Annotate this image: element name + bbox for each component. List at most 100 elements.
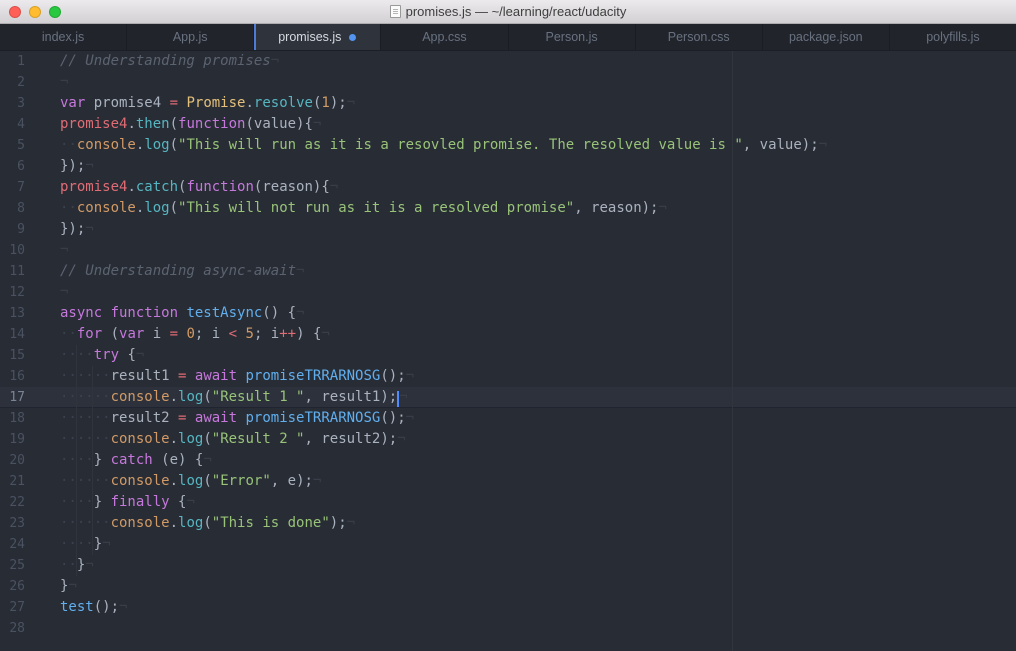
eol-marker: ¬ <box>406 410 414 426</box>
code-text: });¬ <box>60 219 94 240</box>
code-text: ··for (var i = 0; i < 5; i++) {¬ <box>60 324 330 345</box>
code-line[interactable]: 1// Understanding promises¬ <box>0 51 1016 72</box>
code-text: ¬ <box>60 282 68 303</box>
eol-marker: ¬ <box>397 431 405 447</box>
eol-marker: ¬ <box>60 284 68 300</box>
code-line[interactable]: 7promise4.catch(function(reason){¬ <box>0 177 1016 198</box>
line-number: 20 <box>0 450 25 471</box>
code-line[interactable]: 10¬ <box>0 240 1016 261</box>
code-line[interactable]: 19 ······console.log("Result 2 ", result2… <box>0 429 1016 450</box>
code-line[interactable]: 5 ··console.log("This will run as it is a… <box>0 135 1016 156</box>
tab-polyfills.js[interactable]: polyfills.js <box>890 24 1016 50</box>
code-line[interactable]: 22 ····} finally {¬ <box>0 492 1016 513</box>
code-line[interactable]: 8··console.log("This will not run as it … <box>0 198 1016 219</box>
line-number: 7 <box>0 177 25 198</box>
eol-marker: ¬ <box>119 599 127 615</box>
eol-marker: ¬ <box>60 242 68 258</box>
modified-dot-icon <box>349 34 356 41</box>
title-wrap: promises.js — ~/learning/react/udacity <box>390 4 627 19</box>
tab-label: index.js <box>42 30 84 44</box>
tab-promises.js[interactable]: promises.js <box>254 24 381 50</box>
code-text: ··console.log("This will run as it is a … <box>60 135 827 156</box>
code-line[interactable]: 6 });¬ <box>0 156 1016 177</box>
code-line[interactable]: 20····} catch (e) {¬ <box>0 450 1016 471</box>
eol-marker: ¬ <box>313 116 321 132</box>
code-line[interactable]: 12¬ <box>0 282 1016 303</box>
line-number: 2 <box>0 72 25 93</box>
code-line[interactable]: 11// Understanding async-await¬ <box>0 261 1016 282</box>
indent-guide <box>76 345 77 576</box>
code-line[interactable]: 15····try {¬ <box>0 345 1016 366</box>
code-line[interactable]: 2¬ <box>0 72 1016 93</box>
line-number: 24 <box>0 534 25 555</box>
line-number: 28 <box>0 618 25 639</box>
whitespace-dots: ·· <box>60 326 77 342</box>
eol-marker: ¬ <box>60 74 68 90</box>
tab-App.css[interactable]: App.css <box>381 24 508 50</box>
column-ruler <box>732 51 733 651</box>
tab-Person.css[interactable]: Person.css <box>636 24 763 50</box>
zoom-button[interactable] <box>49 6 61 18</box>
line-number: 11 <box>0 261 25 282</box>
whitespace-dots: ······ <box>60 368 111 384</box>
code-line[interactable]: 13async function testAsync() {¬ <box>0 303 1016 324</box>
tab-bar: index.js App.jspromises.jsApp.css Person.j… <box>0 24 1016 51</box>
code-line[interactable]: 23······console.log("This is done");¬ <box>0 513 1016 534</box>
code-text: ¬ <box>60 72 68 93</box>
eol-marker: ¬ <box>271 53 279 69</box>
code-text: ······console.log("Result 2 ", result2);… <box>60 429 406 450</box>
traffic-lights <box>9 0 61 24</box>
code-text: }¬ <box>60 576 77 597</box>
tab-App.js[interactable]: App.js <box>127 24 254 50</box>
code-text: ····} finally {¬ <box>60 492 195 513</box>
tab-label: Person.js <box>546 30 598 44</box>
code-editor[interactable]: 1// Understanding promises¬2¬3var promis… <box>0 51 1016 651</box>
eol-marker: ¬ <box>203 452 211 468</box>
code-text: ··console.log("This will not run as it i… <box>60 198 667 219</box>
code-line[interactable]: 26 }¬ <box>0 576 1016 597</box>
code-text: });¬ <box>60 156 94 177</box>
minimize-button[interactable] <box>29 6 41 18</box>
close-button[interactable] <box>9 6 21 18</box>
code-line[interactable]: 21······console.log("Error", e);¬ <box>0 471 1016 492</box>
code-line[interactable]: 14··for (var i = 0; i < 5; i++) {¬ <box>0 324 1016 345</box>
line-number: 27 <box>0 597 25 618</box>
line-number: 6 <box>0 156 25 177</box>
tab-package.json[interactable]: package.json <box>763 24 890 50</box>
title-bar[interactable]: promises.js — ~/learning/react/udacity <box>0 0 1016 24</box>
code-text: ······console.log("This is done");¬ <box>60 513 355 534</box>
code-line[interactable]: 16······result1 = await promiseTRRARNOSG… <box>0 366 1016 387</box>
eol-marker: ¬ <box>102 536 110 552</box>
eol-marker: ¬ <box>819 137 827 153</box>
tab-index.js[interactable]: index.js <box>0 24 127 50</box>
line-number: 19 <box>0 429 25 450</box>
eol-marker: ¬ <box>313 473 321 489</box>
line-number: 22 <box>0 492 25 513</box>
code-line[interactable]: 24····}¬ <box>0 534 1016 555</box>
code-line[interactable]: 17······console.log("Result 1 ", result1… <box>0 387 1016 408</box>
code-line[interactable]: 9});¬ <box>0 219 1016 240</box>
line-number: 5 <box>0 135 25 156</box>
code-line[interactable]: 28 <box>0 618 1016 639</box>
code-line[interactable]: 3var promise4 = Promise.resolve(1);¬ <box>0 93 1016 114</box>
eol-marker: ¬ <box>347 95 355 111</box>
code-line[interactable]: 25··}¬ <box>0 555 1016 576</box>
line-number: 26 <box>0 576 25 597</box>
whitespace-dots: ······ <box>60 389 111 405</box>
code-text: ¬ <box>60 240 68 261</box>
line-number: 16 <box>0 366 25 387</box>
tab-label: polyfills.js <box>926 30 980 44</box>
eol-marker: ¬ <box>136 347 144 363</box>
code-text: test();¬ <box>60 597 127 618</box>
code-text: ······console.log("Error", e);¬ <box>60 471 321 492</box>
line-number: 1 <box>0 51 25 72</box>
code-line[interactable]: 18······result2 = await promiseTRRARNOSG… <box>0 408 1016 429</box>
whitespace-dots: ······ <box>60 473 111 489</box>
tab-Person.js[interactable]: Person.js <box>509 24 636 50</box>
code-line[interactable]: 4promise4.then(function(value){¬ <box>0 114 1016 135</box>
eol-marker: ¬ <box>347 515 355 531</box>
whitespace-dots: ······ <box>60 431 111 447</box>
eol-marker: ¬ <box>659 200 667 216</box>
whitespace-dots: ·· <box>60 200 77 216</box>
code-line[interactable]: 27 test();¬ <box>0 597 1016 618</box>
